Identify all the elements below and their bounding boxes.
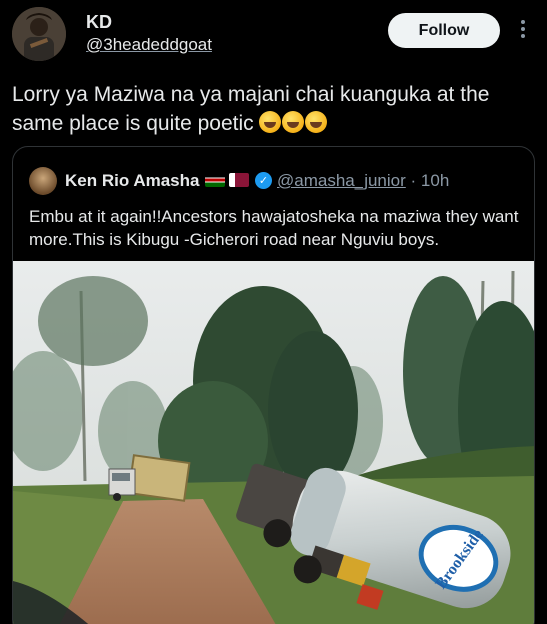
laughing-emoji-icon — [305, 111, 328, 133]
quoted-author-handle[interactable]: @amasha_junior — [277, 171, 406, 190]
laughing-emoji-icon — [282, 111, 305, 133]
verified-badge-icon: ✓ — [255, 172, 272, 189]
quoted-author-display-name[interactable]: Ken Rio Amasha — [65, 171, 199, 191]
tweet-body: Lorry ya Maziwa na ya majani chai kuangu… — [12, 80, 532, 138]
quoted-meta: @amasha_junior · 10h — [277, 171, 449, 191]
quoted-author-avatar[interactable] — [29, 167, 57, 195]
more-options-icon[interactable] — [514, 16, 532, 42]
quoted-timestamp[interactable]: 10h — [421, 171, 449, 190]
follow-button[interactable]: Follow — [388, 13, 500, 48]
quoted-tweet-photo[interactable]: Brookside — [13, 261, 534, 624]
tweet-header: KD @3headeddgoat Follow — [0, 0, 547, 72]
quoted-tweet[interactable]: Ken Rio Amasha ✓ @amasha_junior · 10h Em… — [12, 146, 535, 624]
author-handle[interactable]: @3headeddgoat — [86, 35, 212, 55]
author-avatar[interactable] — [12, 7, 66, 61]
laughing-emoji-icon — [259, 111, 282, 133]
quoted-tweet-text: Embu at it again!!Ancestors hawajatoshek… — [29, 207, 519, 249]
tweet-text: Lorry ya Maziwa na ya majani chai kuangu… — [12, 83, 490, 135]
qatar-flag-icon — [229, 173, 249, 187]
kenya-flag-icon — [205, 173, 225, 187]
meta-separator: · — [410, 171, 417, 190]
author-display-name[interactable]: KD — [86, 12, 112, 33]
